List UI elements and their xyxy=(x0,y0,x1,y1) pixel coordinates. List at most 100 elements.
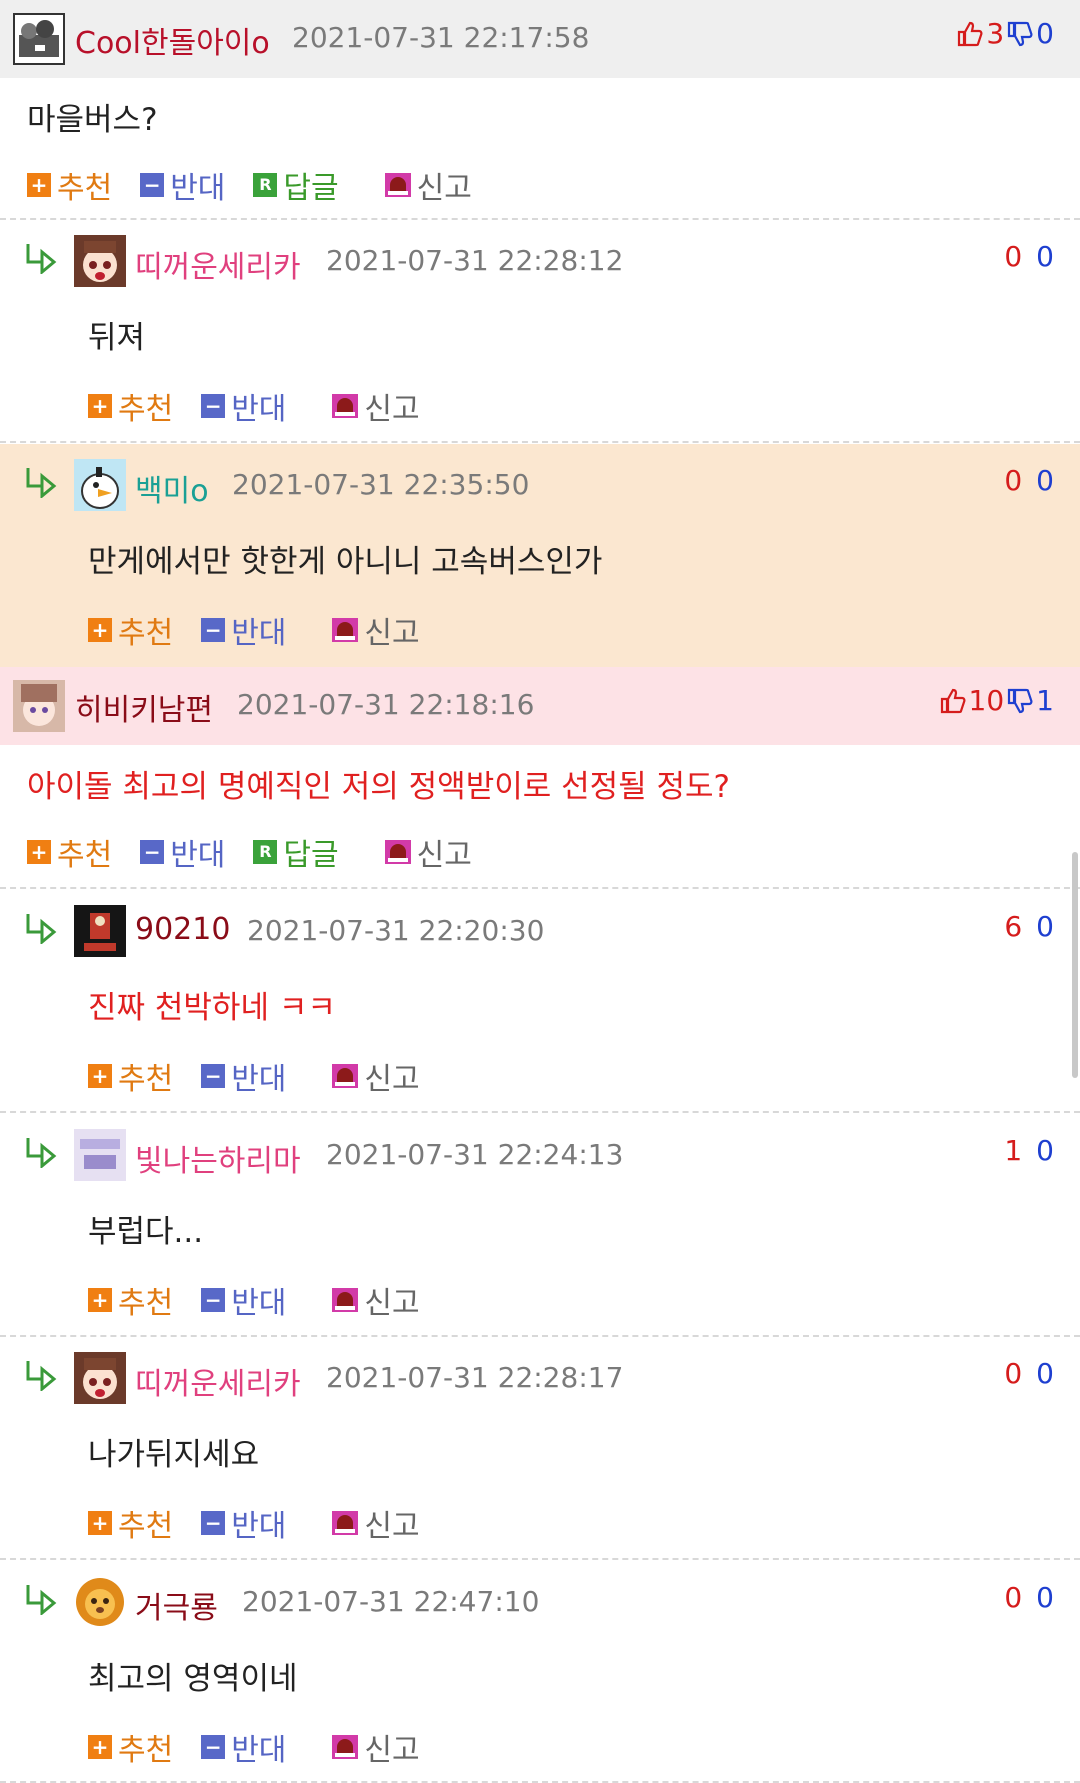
recommend-button[interactable]: + 추천 xyxy=(88,384,173,428)
vote-counts: 3 0 xyxy=(956,17,1054,50)
reply-arrow-icon xyxy=(26,244,57,274)
recommend-button[interactable]: + 추천 xyxy=(88,1501,173,1545)
siren-icon xyxy=(332,394,359,418)
report-button[interactable]: 신고 xyxy=(332,1725,420,1769)
oppose-button[interactable]: − 반대 xyxy=(201,384,286,428)
plus-icon: + xyxy=(27,173,51,197)
siren-icon xyxy=(384,173,411,197)
minus-icon: − xyxy=(201,618,226,642)
comment-top: 히비키남편 2021-07-31 22:18:16 10 1 아이돌 최고의 명… xyxy=(0,667,1080,889)
avatar[interactable] xyxy=(74,1129,126,1181)
plus-icon: + xyxy=(88,1735,112,1759)
report-button[interactable]: 신고 xyxy=(332,608,420,652)
siren-icon xyxy=(332,1735,359,1759)
plus-icon: + xyxy=(88,618,112,642)
siren-icon xyxy=(384,840,411,864)
siren-icon xyxy=(332,1064,359,1088)
siren-icon xyxy=(332,1288,359,1312)
downvote-count: 0 xyxy=(1036,17,1054,50)
timestamp: 2021-07-31 22:18:16 xyxy=(237,688,535,721)
avatar[interactable] xyxy=(13,680,65,732)
vote-counts: 0 0 xyxy=(1004,240,1054,273)
scrollbar[interactable] xyxy=(1072,852,1078,1078)
oppose-button[interactable]: − 반대 xyxy=(201,1278,286,1322)
nickname[interactable]: 빛나는하리마 xyxy=(135,1136,301,1180)
oppose-button[interactable]: − 반대 xyxy=(140,163,225,207)
upvote-count: 1 xyxy=(1004,1134,1023,1167)
comment-reply: 띠꺼운세리카 2021-07-31 22:28:17 0 0 나가뒤지세요 + 추… xyxy=(0,1337,1080,1560)
timestamp: 2021-07-31 22:28:17 xyxy=(326,1361,624,1394)
thumbs-up-icon xyxy=(940,688,966,713)
avatar[interactable] xyxy=(74,1352,126,1404)
report-button[interactable]: 신고 xyxy=(384,163,472,207)
comment-actions: + 추천 − 반대 신고 xyxy=(88,1278,448,1322)
avatar[interactable] xyxy=(74,235,126,287)
minus-icon: − xyxy=(201,394,226,418)
timestamp: 2021-07-31 22:28:12 xyxy=(326,244,624,277)
vote-counts: 0 0 xyxy=(1004,1581,1054,1614)
minus-icon: − xyxy=(201,1288,226,1312)
avatar[interactable] xyxy=(13,13,65,65)
plus-icon: + xyxy=(27,840,51,864)
plus-icon: + xyxy=(88,1288,112,1312)
upvote-count: 0 xyxy=(1004,1581,1023,1614)
reply-button[interactable]: R 답글 xyxy=(253,163,339,207)
comment-header: Cool한돌아이o 2021-07-31 22:17:58 3 0 xyxy=(0,0,1080,78)
report-button[interactable]: 신고 xyxy=(332,1501,420,1545)
nickname[interactable]: 거극룡 xyxy=(135,1583,218,1627)
avatar[interactable] xyxy=(74,905,126,957)
upvote-count: 3 xyxy=(986,17,1005,50)
nickname[interactable]: Cool한돌아이o xyxy=(75,18,270,62)
comment-header: 히비키남편 2021-07-31 22:18:16 10 1 xyxy=(0,667,1080,745)
thumbs-down-icon xyxy=(1008,21,1033,46)
downvote-count: 0 xyxy=(1036,240,1054,273)
downvote-count: 0 xyxy=(1036,1134,1054,1167)
report-button[interactable]: 신고 xyxy=(332,384,420,428)
upvote-count: 6 xyxy=(1004,910,1023,943)
reply-icon: R xyxy=(253,173,278,197)
recommend-button[interactable]: + 추천 xyxy=(88,1725,173,1769)
minus-icon: − xyxy=(201,1064,226,1088)
reply-button[interactable]: R 답글 xyxy=(253,830,339,874)
avatar[interactable] xyxy=(74,459,126,511)
comment-reply: 90210 2021-07-31 22:20:30 6 0 진짜 천박하네 ㅋㅋ… xyxy=(0,890,1080,1113)
minus-icon: − xyxy=(201,1735,226,1759)
oppose-button[interactable]: − 반대 xyxy=(201,1501,286,1545)
avatar[interactable] xyxy=(74,1576,126,1628)
nickname[interactable]: 백미o xyxy=(135,466,209,510)
upvote-count: 0 xyxy=(1004,464,1023,497)
upvote-count: 0 xyxy=(1004,240,1023,273)
recommend-button[interactable]: + 추천 xyxy=(88,1278,173,1322)
nickname[interactable]: 띠꺼운세리카 xyxy=(135,1359,301,1403)
recommend-button[interactable]: + 추천 xyxy=(88,1054,173,1098)
reply-arrow-icon xyxy=(26,1361,57,1391)
comment-text: 나가뒤지세요 xyxy=(88,1437,260,1473)
comment-actions: + 추천 − 반대 신고 xyxy=(88,384,448,428)
recommend-button[interactable]: + 추천 xyxy=(27,163,112,207)
downvote-count: 0 xyxy=(1036,464,1054,497)
comment-reply: 거극룡 2021-07-31 22:47:10 0 0 최고의 영역이네 + 추천… xyxy=(0,1561,1080,1783)
nickname[interactable]: 90210 xyxy=(135,912,230,947)
vote-counts: 10 1 xyxy=(939,684,1054,717)
oppose-button[interactable]: − 반대 xyxy=(140,830,225,874)
oppose-button[interactable]: − 반대 xyxy=(201,1725,286,1769)
minus-icon: − xyxy=(140,173,165,197)
oppose-button[interactable]: − 반대 xyxy=(201,1054,286,1098)
timestamp: 2021-07-31 22:47:10 xyxy=(242,1585,540,1618)
recommend-button[interactable]: + 추천 xyxy=(88,608,173,652)
oppose-button[interactable]: − 반대 xyxy=(201,608,286,652)
comment-text: 뒤져 xyxy=(88,320,146,356)
plus-icon: + xyxy=(88,394,112,418)
report-button[interactable]: 신고 xyxy=(384,830,472,874)
vote-counts: 6 0 xyxy=(1004,910,1054,943)
nickname[interactable]: 히비키남편 xyxy=(75,685,213,729)
report-button[interactable]: 신고 xyxy=(332,1278,420,1322)
comment-text: 최고의 영역이네 xyxy=(88,1661,298,1697)
plus-icon: + xyxy=(88,1064,112,1088)
report-button[interactable]: 신고 xyxy=(332,1054,420,1098)
nickname[interactable]: 띠꺼운세리카 xyxy=(135,242,301,286)
recommend-button[interactable]: + 추천 xyxy=(27,830,112,874)
downvote-count: 0 xyxy=(1036,910,1054,943)
reply-icon: R xyxy=(253,840,278,864)
comment-reply-highlighted: 백미o 2021-07-31 22:35:50 0 0 만게에서만 핫한게 아니… xyxy=(0,444,1080,667)
